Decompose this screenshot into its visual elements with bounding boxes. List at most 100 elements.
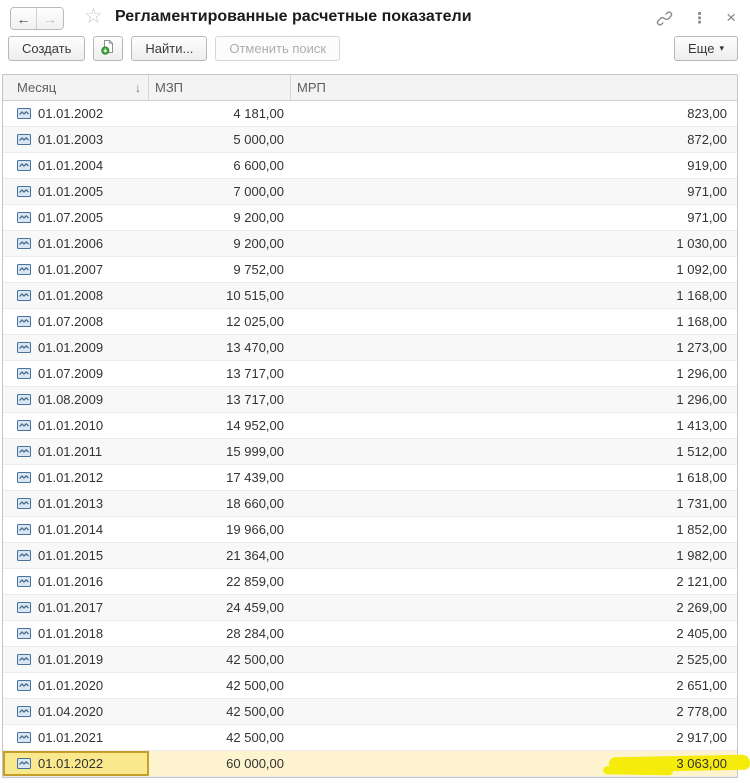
cell-mzp[interactable]: 4 181,00 xyxy=(149,101,291,126)
cell-month[interactable]: 01.01.2003 xyxy=(3,127,149,152)
cell-mzp[interactable]: 15 999,00 xyxy=(149,439,291,464)
cell-mrp[interactable]: 1 168,00 xyxy=(291,283,737,308)
cell-month[interactable]: 01.01.2020 xyxy=(3,673,149,698)
table-row[interactable]: 01.01.2005 7 000,00 971,00 xyxy=(3,179,737,205)
table-row[interactable]: 01.01.2013 18 660,00 1 731,00 xyxy=(3,491,737,517)
cell-mrp[interactable]: 2 121,00 xyxy=(291,569,737,594)
cell-mrp[interactable]: 1 296,00 xyxy=(291,387,737,412)
cell-mrp[interactable]: 1 296,00 xyxy=(291,361,737,386)
cell-mzp[interactable]: 10 515,00 xyxy=(149,283,291,308)
table-row[interactable]: 01.01.2004 6 600,00 919,00 xyxy=(3,153,737,179)
cell-month[interactable]: 01.01.2017 xyxy=(3,595,149,620)
cell-month[interactable]: 01.01.2019 xyxy=(3,647,149,672)
cell-mrp[interactable]: 2 917,00 xyxy=(291,725,737,750)
cell-month[interactable]: 01.01.2016 xyxy=(3,569,149,594)
cell-mzp[interactable]: 42 500,00 xyxy=(149,647,291,672)
cancel-search-button[interactable]: Отменить поиск xyxy=(215,36,341,61)
cell-mzp[interactable]: 9 752,00 xyxy=(149,257,291,282)
cell-mzp[interactable]: 9 200,00 xyxy=(149,231,291,256)
cell-mzp[interactable]: 21 364,00 xyxy=(149,543,291,568)
cell-mzp[interactable]: 60 000,00 xyxy=(149,751,291,776)
column-header-month[interactable]: Месяц ↓ xyxy=(3,75,149,100)
cell-mzp[interactable]: 13 717,00 xyxy=(149,361,291,386)
table-row[interactable]: 01.01.2017 24 459,00 2 269,00 xyxy=(3,595,737,621)
cell-mrp[interactable]: 3 063,00 xyxy=(291,751,750,776)
table-row[interactable]: 01.01.2016 22 859,00 2 121,00 xyxy=(3,569,737,595)
cell-month[interactable]: 01.01.2004 xyxy=(3,153,149,178)
table-row[interactable]: 01.01.2008 10 515,00 1 168,00 xyxy=(3,283,737,309)
cell-mzp[interactable]: 42 500,00 xyxy=(149,699,291,724)
cell-mrp[interactable]: 1 982,00 xyxy=(291,543,737,568)
cell-month[interactable]: 01.07.2009 xyxy=(3,361,149,386)
table-row[interactable]: 01.01.2020 42 500,00 2 651,00 xyxy=(3,673,737,699)
cell-mrp[interactable]: 1 731,00 xyxy=(291,491,737,516)
cell-mzp[interactable]: 9 200,00 xyxy=(149,205,291,230)
table-row[interactable]: 01.01.2022 60 000,00 3 063,00 xyxy=(3,751,750,777)
cell-month[interactable]: 01.01.2022 xyxy=(3,751,149,776)
cell-month[interactable]: 01.01.2012 xyxy=(3,465,149,490)
cell-mrp[interactable]: 2 269,00 xyxy=(291,595,737,620)
table-row[interactable]: 01.08.2009 13 717,00 1 296,00 xyxy=(3,387,737,413)
cell-month[interactable]: 01.01.2018 xyxy=(3,621,149,646)
cell-month[interactable]: 01.08.2009 xyxy=(3,387,149,412)
cell-month[interactable]: 01.01.2021 xyxy=(3,725,149,750)
table-row[interactable]: 01.01.2019 42 500,00 2 525,00 xyxy=(3,647,737,673)
cell-mzp[interactable]: 22 859,00 xyxy=(149,569,291,594)
cell-mzp[interactable]: 17 439,00 xyxy=(149,465,291,490)
table-row[interactable]: 01.01.2014 19 966,00 1 852,00 xyxy=(3,517,737,543)
cell-mrp[interactable]: 2 525,00 xyxy=(291,647,737,672)
cell-month[interactable]: 01.01.2011 xyxy=(3,439,149,464)
table-row[interactable]: 01.01.2003 5 000,00 872,00 xyxy=(3,127,737,153)
cell-month[interactable]: 01.01.2009 xyxy=(3,335,149,360)
cell-mzp[interactable]: 42 500,00 xyxy=(149,673,291,698)
find-button[interactable]: Найти... xyxy=(131,36,208,61)
cell-mrp[interactable]: 971,00 xyxy=(291,205,737,230)
cell-month[interactable]: 01.01.2005 xyxy=(3,179,149,204)
cell-mzp[interactable]: 12 025,00 xyxy=(149,309,291,334)
cell-month[interactable]: 01.07.2008 xyxy=(3,309,149,334)
table-row[interactable]: 01.01.2021 42 500,00 2 917,00 xyxy=(3,725,737,751)
cell-month[interactable]: 01.01.2015 xyxy=(3,543,149,568)
cell-mzp[interactable]: 42 500,00 xyxy=(149,725,291,750)
cell-month[interactable]: 01.01.2008 xyxy=(3,283,149,308)
column-header-mrp[interactable]: МРП xyxy=(291,75,737,100)
create-by-copy-button[interactable] xyxy=(93,36,124,61)
column-header-mzp[interactable]: МЗП xyxy=(149,75,291,100)
table-row[interactable]: 01.01.2006 9 200,00 1 030,00 xyxy=(3,231,737,257)
cell-mzp[interactable]: 5 000,00 xyxy=(149,127,291,152)
cell-mrp[interactable]: 1 618,00 xyxy=(291,465,737,490)
forward-button[interactable]: → xyxy=(37,8,63,29)
more-button[interactable]: Еще ▾ xyxy=(674,36,738,61)
cell-month[interactable]: 01.01.2014 xyxy=(3,517,149,542)
table-row[interactable]: 01.01.2018 28 284,00 2 405,00 xyxy=(3,621,737,647)
table-row[interactable]: 01.07.2008 12 025,00 1 168,00 xyxy=(3,309,737,335)
cell-mrp[interactable]: 1 168,00 xyxy=(291,309,737,334)
favorites-star-icon[interactable]: ☆ xyxy=(84,4,103,29)
table-row[interactable]: 01.01.2007 9 752,00 1 092,00 xyxy=(3,257,737,283)
table-row[interactable]: 01.01.2012 17 439,00 1 618,00 xyxy=(3,465,737,491)
cell-mzp[interactable]: 13 470,00 xyxy=(149,335,291,360)
table-row[interactable]: 01.07.2005 9 200,00 971,00 xyxy=(3,205,737,231)
cell-mrp[interactable]: 971,00 xyxy=(291,179,737,204)
cell-mrp[interactable]: 2 651,00 xyxy=(291,673,737,698)
cell-mzp[interactable]: 19 966,00 xyxy=(149,517,291,542)
cell-month[interactable]: 01.07.2005 xyxy=(3,205,149,230)
cell-month[interactable]: 01.01.2002 xyxy=(3,101,149,126)
cell-mrp[interactable]: 1 852,00 xyxy=(291,517,737,542)
cell-mrp[interactable]: 1 092,00 xyxy=(291,257,737,282)
cell-mrp[interactable]: 2 778,00 xyxy=(291,699,737,724)
cell-mzp[interactable]: 13 717,00 xyxy=(149,387,291,412)
table-row[interactable]: 01.04.2020 42 500,00 2 778,00 xyxy=(3,699,737,725)
cell-month[interactable]: 01.01.2010 xyxy=(3,413,149,438)
cell-mrp[interactable]: 872,00 xyxy=(291,127,737,152)
cell-mzp[interactable]: 24 459,00 xyxy=(149,595,291,620)
kebab-menu-icon[interactable]: ⋮ xyxy=(692,9,707,27)
cell-mzp[interactable]: 18 660,00 xyxy=(149,491,291,516)
table-row[interactable]: 01.01.2010 14 952,00 1 413,00 xyxy=(3,413,737,439)
back-button[interactable]: ← xyxy=(11,8,37,29)
cell-month[interactable]: 01.01.2006 xyxy=(3,231,149,256)
cell-month[interactable]: 01.01.2013 xyxy=(3,491,149,516)
cell-mrp[interactable]: 2 405,00 xyxy=(291,621,737,646)
cell-mzp[interactable]: 28 284,00 xyxy=(149,621,291,646)
cell-mrp[interactable]: 823,00 xyxy=(291,101,737,126)
